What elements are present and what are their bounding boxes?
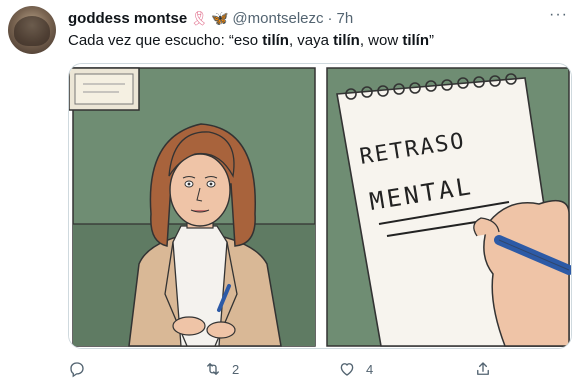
text-segment-bold: tilín xyxy=(333,32,360,49)
retweet-count: 2 xyxy=(232,361,240,377)
ribbon-emoji-icon: 🎗 xyxy=(190,10,208,26)
separator-dot: · xyxy=(327,9,333,27)
share-button[interactable] xyxy=(474,356,492,382)
avatar-hair xyxy=(14,16,50,46)
reply-button[interactable] xyxy=(68,356,96,382)
text-segment: , vaya xyxy=(288,32,334,49)
tweet-text: Cada vez que escucho: “eso tilín, vaya t… xyxy=(68,31,434,51)
author-name[interactable]: goddess montse xyxy=(68,10,187,27)
text-segment: Cada vez que escucho: “eso xyxy=(68,32,263,49)
tweet-header: goddess montse 🎗 🦋 @montselezc · 7h xyxy=(68,8,353,28)
action-bar: 2 4 xyxy=(68,356,572,382)
more-options-icon[interactable]: ··· xyxy=(549,6,568,24)
share-icon xyxy=(477,362,489,375)
heart-icon xyxy=(340,363,354,376)
timestamp[interactable]: 7h xyxy=(337,10,354,27)
text-segment-bold: tilín xyxy=(402,32,430,49)
butterfly-emoji-icon: 🦋 xyxy=(210,10,229,26)
author-handle[interactable]: @montselezc xyxy=(232,10,323,27)
retweet-button[interactable]: 2 xyxy=(204,356,239,382)
text-segment: ” xyxy=(429,32,435,49)
meme-image: RETRASO MENTAL xyxy=(69,64,571,348)
text-segment: , wow xyxy=(359,32,403,49)
tweet-media[interactable]: RETRASO MENTAL xyxy=(68,63,572,349)
left-panel xyxy=(69,64,319,348)
like-button[interactable]: 4 xyxy=(338,356,373,382)
right-panel: RETRASO MENTAL xyxy=(323,64,571,348)
like-count: 4 xyxy=(366,361,374,377)
reply-icon xyxy=(70,362,84,378)
retweet-icon xyxy=(207,363,219,375)
text-segment-bold: tilín xyxy=(262,32,289,49)
avatar[interactable] xyxy=(8,6,56,54)
